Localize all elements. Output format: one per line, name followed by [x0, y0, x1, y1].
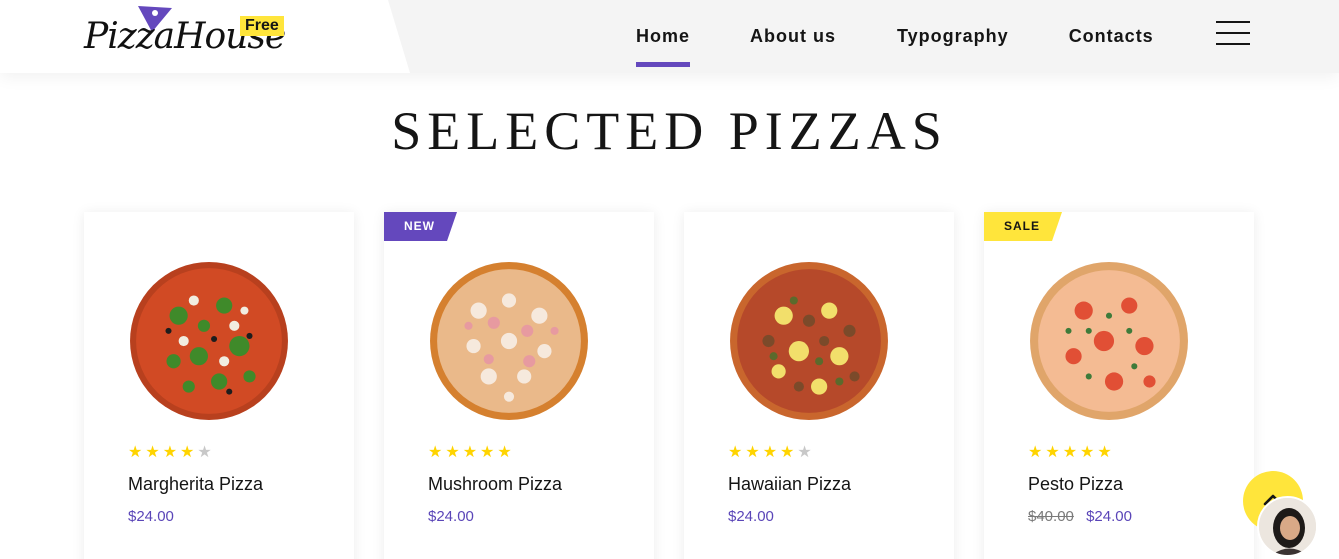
product-card-hawaiian[interactable]: ★ ★ ★ ★ ★ Hawaiian Pizza $24.00 — [684, 212, 954, 559]
rating-stars: ★ ★ ★ ★ ★ — [128, 444, 212, 460]
main-nav: Home About us Typography Contacts — [636, 0, 1154, 73]
star-icon: ★ — [428, 442, 443, 461]
pizza-image[interactable] — [428, 260, 590, 422]
sale-badge: SALE — [984, 212, 1062, 241]
nav-item-about-us[interactable]: About us — [750, 0, 836, 73]
product-name[interactable]: Hawaiian Pizza — [728, 474, 851, 495]
star-icon: ★ — [762, 442, 778, 461]
star-icon: ★ — [1045, 442, 1060, 461]
star-icon: ★ — [128, 442, 143, 461]
price-current: $24.00 — [128, 508, 174, 525]
price-current: $24.00 — [1086, 508, 1132, 525]
site-header: PizzaHouse Free Home About us Typography… — [0, 0, 1339, 73]
price-current: $24.00 — [728, 508, 774, 525]
star-icon: ★ — [180, 442, 195, 461]
new-badge: NEW — [384, 212, 457, 241]
rating-stars: ★ ★ ★ ★ ★ — [1028, 444, 1112, 460]
product-name[interactable]: Mushroom Pizza — [428, 474, 562, 495]
star-icon: ★ — [162, 442, 178, 461]
product-card-mushroom[interactable]: NEW ★ ★ ★ ★ ★ Mushroom Pizza $24.00 — [384, 212, 654, 559]
rating-stars: ★ ★ ★ ★ ★ — [728, 444, 812, 460]
product-price: $24.00 — [728, 508, 774, 525]
star-icon: ★ — [145, 442, 160, 461]
pizza-image[interactable] — [1028, 260, 1190, 422]
star-empty-icon: ★ — [197, 442, 212, 461]
star-empty-icon: ★ — [797, 442, 812, 461]
nav-item-typography[interactable]: Typography — [897, 0, 1009, 73]
rating-stars: ★ ★ ★ ★ ★ — [428, 444, 512, 460]
star-icon: ★ — [1062, 442, 1078, 461]
product-name[interactable]: Margherita Pizza — [128, 474, 263, 495]
pizza-image[interactable] — [728, 260, 890, 422]
logo-badge: Free — [240, 16, 284, 36]
star-icon: ★ — [445, 442, 460, 461]
chat-avatar[interactable] — [1257, 496, 1318, 557]
product-name[interactable]: Pesto Pizza — [1028, 474, 1123, 495]
product-card-pesto[interactable]: SALE ★ ★ ★ ★ ★ Pesto Pizza $40.00 $24.00 — [984, 212, 1254, 559]
star-icon: ★ — [1080, 442, 1095, 461]
star-icon: ★ — [780, 442, 795, 461]
star-icon: ★ — [1028, 442, 1043, 461]
logo[interactable]: PizzaHouse Free — [84, 4, 286, 70]
star-icon: ★ — [497, 442, 512, 461]
price-old: $40.00 — [1028, 508, 1074, 525]
star-icon: ★ — [480, 442, 495, 461]
section-title: SELECTED PIZZAS — [391, 101, 948, 161]
star-icon: ★ — [745, 442, 760, 461]
star-icon: ★ — [1097, 442, 1112, 461]
nav-item-home[interactable]: Home — [636, 0, 691, 73]
product-price: $40.00 $24.00 — [1028, 508, 1132, 525]
star-icon: ★ — [462, 442, 478, 461]
hamburger-menu-icon[interactable] — [1216, 21, 1250, 45]
product-price: $24.00 — [428, 508, 474, 525]
product-price: $24.00 — [128, 508, 174, 525]
pizza-image[interactable] — [128, 260, 290, 422]
nav-item-contacts[interactable]: Contacts — [1069, 0, 1154, 73]
product-card-margherita[interactable]: ★ ★ ★ ★ ★ Margherita Pizza $24.00 — [84, 212, 354, 559]
price-current: $24.00 — [428, 508, 474, 525]
person-avatar-icon — [1259, 498, 1316, 555]
star-icon: ★ — [728, 442, 743, 461]
